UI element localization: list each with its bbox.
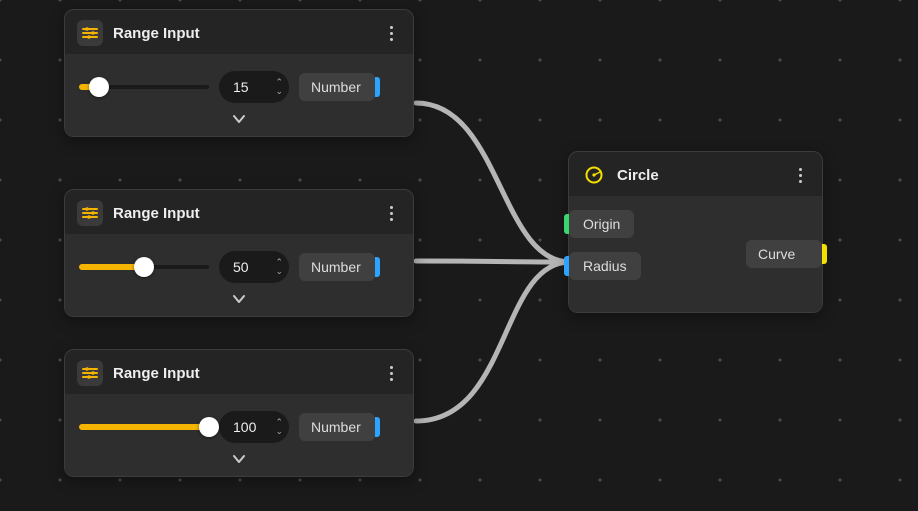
chevron-down-icon xyxy=(232,112,246,126)
node-menu-button[interactable] xyxy=(381,361,401,385)
node-title: Circle xyxy=(617,167,780,184)
node-header[interactable]: Range Input xyxy=(65,350,413,394)
input-port-radius[interactable]: Radius xyxy=(569,252,641,280)
circle-icon xyxy=(581,162,607,188)
value-display: 50 xyxy=(233,259,275,275)
step-down-icon[interactable]: ⌄ xyxy=(275,427,283,436)
expand-toggle[interactable] xyxy=(65,448,413,472)
node-menu-button[interactable] xyxy=(790,163,810,187)
sliders-icon xyxy=(77,200,103,226)
step-down-icon[interactable]: ⌄ xyxy=(275,87,283,96)
circle-node[interactable]: Circle Origin Radius Curve xyxy=(568,151,823,313)
chevron-down-icon xyxy=(232,292,246,306)
node-title: Range Input xyxy=(113,25,371,42)
value-display: 100 xyxy=(233,419,275,435)
range-input-node-3[interactable]: Range Input 100 ⌃⌄ Number xyxy=(64,349,414,477)
range-slider[interactable] xyxy=(79,257,209,277)
slider-thumb[interactable] xyxy=(134,257,154,277)
value-display: 15 xyxy=(233,79,275,95)
node-menu-button[interactable] xyxy=(381,201,401,225)
expand-toggle[interactable] xyxy=(65,108,413,132)
slider-thumb[interactable] xyxy=(89,77,109,97)
range-slider[interactable] xyxy=(79,417,209,437)
output-port-number[interactable]: Number xyxy=(299,73,375,101)
expand-toggle[interactable] xyxy=(65,288,413,312)
node-menu-button[interactable] xyxy=(381,21,401,45)
node-header[interactable]: Range Input xyxy=(65,190,413,234)
node-title: Range Input xyxy=(113,365,371,382)
range-slider[interactable] xyxy=(79,77,209,97)
sliders-icon xyxy=(77,20,103,46)
sliders-icon xyxy=(77,360,103,386)
value-stepper[interactable]: 100 ⌃⌄ xyxy=(219,411,289,443)
output-port-number[interactable]: Number xyxy=(299,253,375,281)
node-header[interactable]: Range Input xyxy=(65,10,413,54)
output-port-curve[interactable]: Curve xyxy=(746,240,822,268)
range-input-node-1[interactable]: Range Input 15 ⌃⌄ Number xyxy=(64,9,414,137)
node-title: Range Input xyxy=(113,205,371,222)
chevron-down-icon xyxy=(232,452,246,466)
slider-thumb[interactable] xyxy=(199,417,219,437)
range-input-node-2[interactable]: Range Input 50 ⌃⌄ Number xyxy=(64,189,414,317)
value-stepper[interactable]: 15 ⌃⌄ xyxy=(219,71,289,103)
input-port-origin[interactable]: Origin xyxy=(569,210,634,238)
output-port-number[interactable]: Number xyxy=(299,413,375,441)
value-stepper[interactable]: 50 ⌃⌄ xyxy=(219,251,289,283)
step-down-icon[interactable]: ⌄ xyxy=(275,267,283,276)
node-header[interactable]: Circle xyxy=(569,152,822,196)
